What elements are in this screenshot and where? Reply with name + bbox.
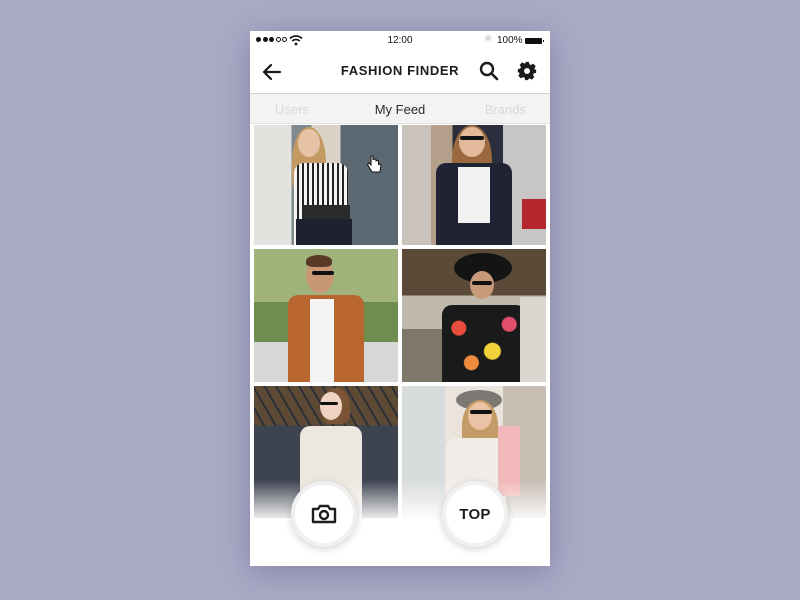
photo-figure-tee xyxy=(310,299,334,382)
feed-item[interactable] xyxy=(254,249,398,382)
status-bar: 12:00 ※ 100% xyxy=(250,31,550,51)
photo-figure-skirt xyxy=(296,219,352,245)
photo-figure-belt xyxy=(302,205,350,219)
scroll-to-top-button[interactable]: TOP xyxy=(442,481,508,547)
photo-background-car xyxy=(522,199,546,229)
phone-screen: 12:00 ※ 100% FASHION FINDER Users My Fee… xyxy=(250,31,550,566)
bluetooth-icon: ※ xyxy=(484,34,493,45)
photo-figure-head xyxy=(298,129,320,157)
photo-figure-head xyxy=(320,392,342,420)
photo-figure-sunglasses xyxy=(312,271,334,275)
feed-item[interactable] xyxy=(402,125,546,245)
photo-figure-hair xyxy=(306,255,332,267)
tab-bar: Users My Feed Brands xyxy=(250,93,550,124)
tab-my-feed[interactable]: My Feed xyxy=(375,102,426,117)
search-icon[interactable] xyxy=(478,60,500,82)
photo-figure-sunglasses xyxy=(460,136,484,140)
hand-cursor-icon xyxy=(366,155,382,173)
top-label: TOP xyxy=(459,505,491,523)
feed-item[interactable] xyxy=(402,249,546,382)
photo-figure-head xyxy=(470,271,494,299)
photo-figure-glasses xyxy=(320,402,338,405)
photo-figure-sunglasses xyxy=(472,281,492,285)
tab-brands[interactable]: Brands xyxy=(485,102,526,117)
photo-figure-tee xyxy=(458,167,490,223)
gear-icon[interactable] xyxy=(516,60,538,82)
battery-icon xyxy=(525,38,544,44)
camera-icon xyxy=(311,504,337,524)
photo-figure-crochet-top xyxy=(442,305,526,382)
nav-bar: FASHION FINDER xyxy=(250,51,550,93)
feed-item[interactable] xyxy=(254,125,398,245)
page-title: FASHION FINDER xyxy=(340,63,460,78)
photo-figure-head xyxy=(459,127,485,157)
camera-button[interactable] xyxy=(291,481,357,547)
photo-figure-sunglasses xyxy=(470,410,492,414)
battery-percent: 100% xyxy=(497,35,523,46)
photo-background-sign xyxy=(520,297,546,382)
tab-users[interactable]: Users xyxy=(275,102,309,117)
arrow-left-icon[interactable] xyxy=(260,60,284,84)
photo-figure-head xyxy=(468,402,492,430)
